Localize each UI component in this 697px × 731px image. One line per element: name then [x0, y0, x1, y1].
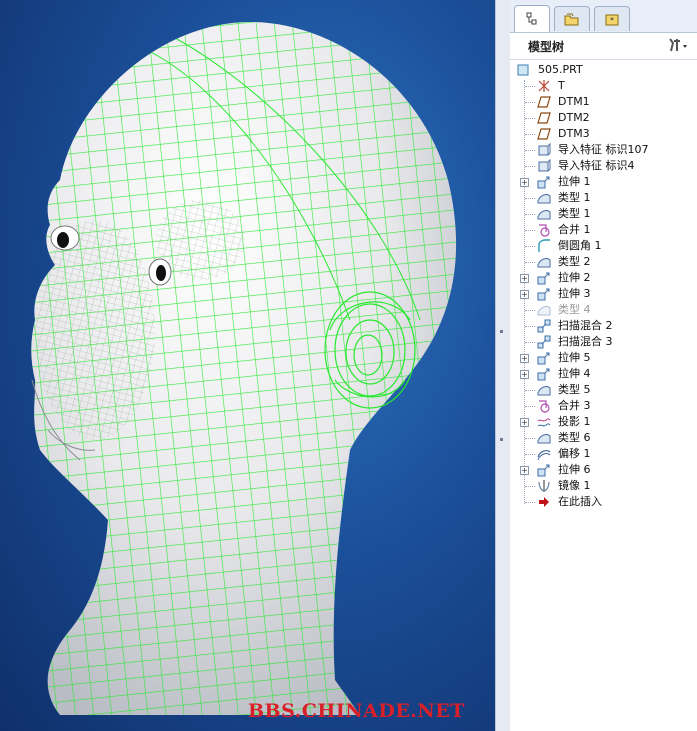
tree-item-label: 类型 5	[558, 383, 591, 396]
tree-item-label: 拉伸 2	[558, 271, 591, 284]
tree-item-label: 合并 1	[558, 223, 591, 236]
tree-item-label: 拉伸 6	[558, 463, 591, 476]
csys-icon	[537, 79, 551, 93]
swept-blend-icon	[537, 319, 551, 333]
extrude-icon	[537, 271, 551, 285]
model-tree-tab[interactable]	[514, 5, 550, 32]
tree-item-label: 类型 1	[558, 191, 591, 204]
expand-toggle[interactable]: +	[520, 274, 529, 283]
settings-tools-button[interactable]	[667, 37, 689, 53]
datum-plane-icon	[537, 95, 551, 109]
tree-item-label: 类型 2	[558, 255, 591, 268]
expand-toggle[interactable]: +	[520, 370, 529, 379]
tree-item-label: DTM2	[558, 111, 590, 124]
expand-toggle[interactable]: +	[520, 354, 529, 363]
favorites-tab[interactable]: *	[594, 6, 630, 31]
merge-icon	[537, 223, 551, 237]
svg-text:*: *	[610, 16, 614, 25]
tree-item-label: 导入特征 标识4	[558, 159, 635, 172]
style-icon	[537, 383, 551, 397]
tree-title: 模型树	[528, 40, 565, 54]
extrude-icon	[537, 367, 551, 381]
style-icon	[537, 207, 551, 221]
merge-icon	[537, 399, 551, 413]
expand-toggle[interactable]: +	[520, 178, 529, 187]
expand-toggle[interactable]: +	[520, 418, 529, 427]
settings-tools-icon	[667, 38, 689, 53]
style-icon	[537, 303, 551, 317]
tree-item-label: 扫描混合 3	[558, 335, 613, 348]
panel-splitter[interactable]	[495, 0, 511, 731]
tree-item-label: 扫描混合 2	[558, 319, 613, 332]
favorites-tab-icon: *	[605, 12, 619, 26]
tree-item-label: T	[558, 79, 565, 92]
style-icon	[537, 255, 551, 269]
swept-blend-icon	[537, 335, 551, 349]
tree-item-label: 拉伸 1	[558, 175, 591, 188]
tree-item-label: 合并 3	[558, 399, 591, 412]
project-icon	[537, 415, 551, 429]
folder-browser-tab[interactable]	[554, 6, 590, 31]
import-feature-icon	[537, 158, 551, 173]
datum-plane-icon	[537, 111, 551, 125]
style-icon	[537, 431, 551, 445]
extrude-icon	[537, 463, 551, 477]
tree-item-label: 类型 4	[558, 303, 591, 316]
watermark-text: BBS.CHINADE.NET	[248, 700, 465, 722]
tree-item-label: 拉伸 4	[558, 367, 591, 380]
tree-root-label: 505.PRT	[538, 63, 583, 76]
mirror-icon	[537, 479, 551, 493]
expand-toggle[interactable]: +	[520, 466, 529, 475]
tree-item-label: 在此插入	[558, 495, 602, 508]
model-tree-panel: * 模型树 505.PRT T DTM1 DTM2 DTM3 导入特征 标识107 导入特征…	[510, 0, 697, 731]
style-icon	[537, 191, 551, 205]
tree-item-label: 倒圆角 1	[558, 239, 602, 252]
extrude-icon	[537, 287, 551, 301]
extrude-icon	[537, 351, 551, 365]
3d-graphics-viewport[interactable]: BBS.CHINADE.NET	[0, 0, 495, 731]
navigator-tabs: *	[510, 0, 697, 33]
model-tree-tab-icon	[525, 11, 539, 25]
tree-item-label: 拉伸 5	[558, 351, 591, 364]
folder-browser-tab-icon	[564, 12, 580, 26]
tree-item-label: 类型 1	[558, 207, 591, 220]
tree-item-label: 导入特征 标识107	[558, 143, 649, 156]
tree-item-label: DTM1	[558, 95, 590, 108]
tree-item-label: 偏移 1	[558, 447, 591, 460]
extrude-icon	[537, 175, 551, 189]
tree-item-label: 镜像 1	[558, 479, 591, 492]
import-feature-icon	[537, 142, 551, 157]
tree-item-label: DTM3	[558, 127, 590, 140]
round-icon	[537, 239, 551, 253]
part-icon	[516, 63, 530, 77]
head-model-wireframe	[31, 22, 457, 715]
tree-item-label: 拉伸 3	[558, 287, 591, 300]
tree-header: 模型树	[510, 33, 697, 60]
datum-plane-icon	[537, 127, 551, 141]
expand-toggle[interactable]: +	[520, 290, 529, 299]
tree-item-label: 类型 6	[558, 431, 591, 444]
tree-item-label: 投影 1	[558, 415, 591, 428]
offset-icon	[537, 447, 551, 461]
insert-here-arrow-icon	[537, 495, 551, 509]
